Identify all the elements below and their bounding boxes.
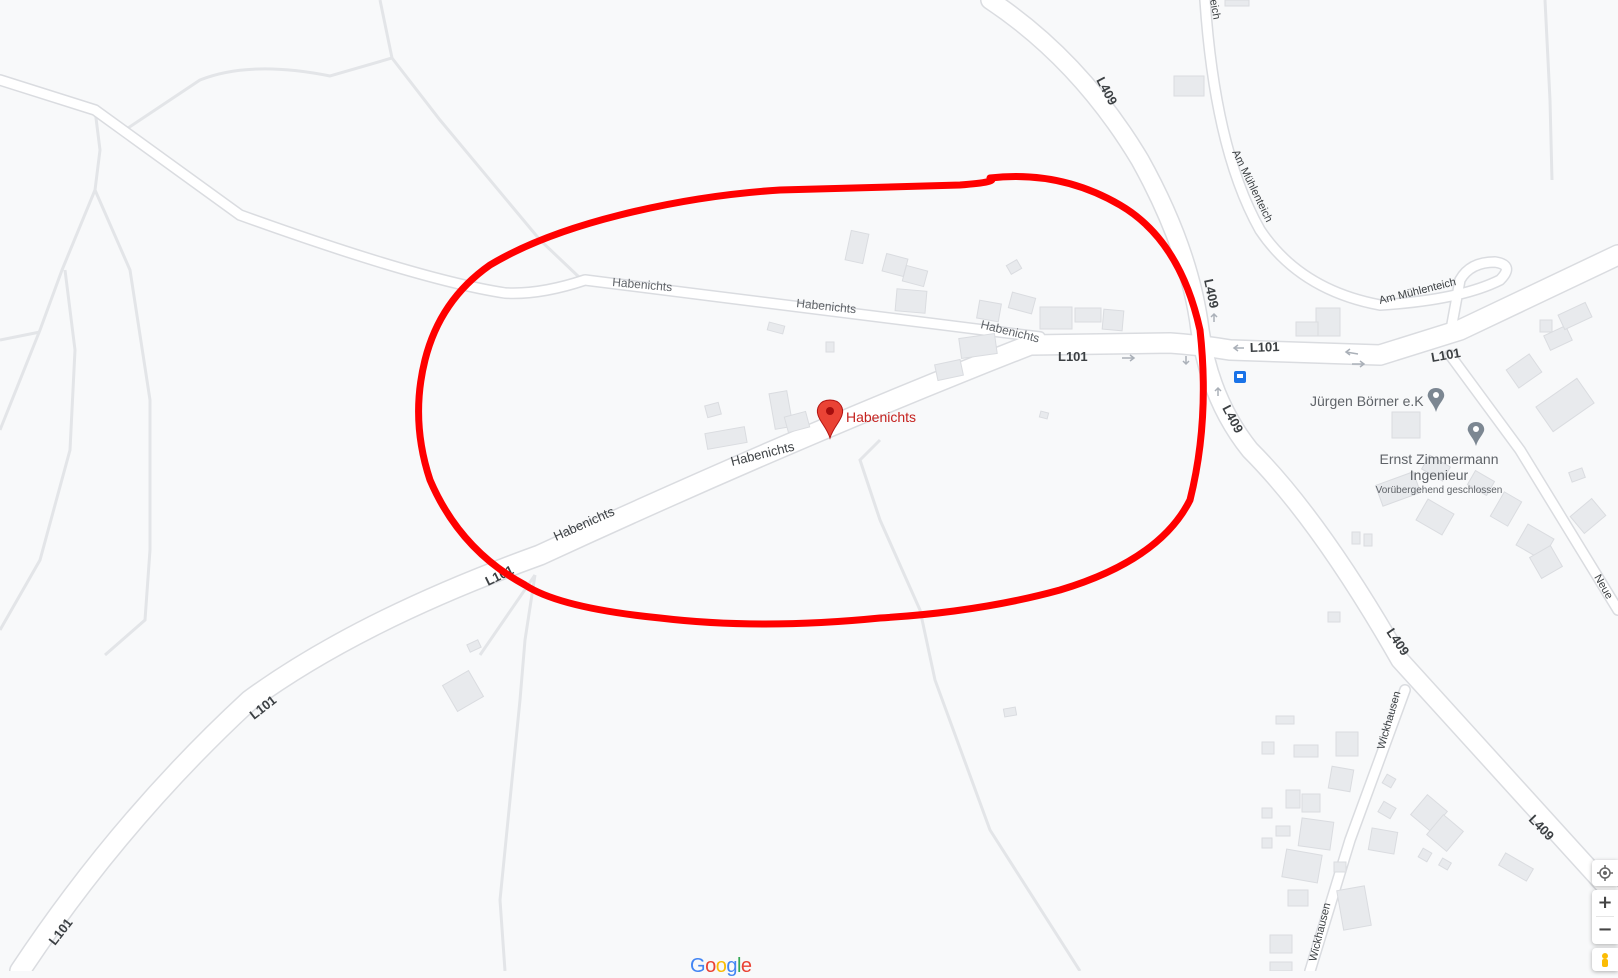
google-logo-letter: o	[715, 955, 727, 977]
juergen-poi-label[interactable]: Jürgen Börner e.K	[1310, 393, 1424, 409]
google-logo-letter: e	[740, 955, 752, 977]
google-logo-letter: G	[690, 955, 706, 977]
habenichts-poi-label[interactable]: Habenichts	[846, 409, 916, 425]
zoom-control: + −	[1592, 890, 1618, 944]
my-location-control[interactable]	[1592, 860, 1618, 886]
google-logo-letter: o	[705, 955, 716, 977]
zoom-in-button[interactable]: +	[1592, 890, 1618, 916]
zoom-out-button[interactable]: −	[1592, 917, 1618, 943]
ernst-poi-name: Ernst Zimmermann	[1379, 451, 1499, 467]
map-canvas[interactable]: Habenichts Habenichts Habenichts Habenic…	[0, 0, 1618, 977]
transit-stop-icon[interactable]	[1234, 371, 1246, 383]
google-logo: Google	[690, 955, 752, 978]
my-location-icon[interactable]	[1592, 860, 1618, 886]
pegman-icon[interactable]	[1592, 948, 1618, 971]
ernst-poi-status: Vorübergehend geschlossen	[1375, 485, 1503, 496]
google-logo-letter: g	[726, 955, 737, 977]
pegman-control[interactable]	[1592, 948, 1618, 971]
road-label-l101: L101	[1058, 349, 1088, 364]
ernst-poi-subtitle: Ingenieur	[1409, 467, 1469, 483]
ernst-poi-label[interactable]: Ernst Zimmermann Ingenieur Vorübergehend…	[1364, 451, 1514, 496]
road-label-l101: L101	[1250, 339, 1280, 355]
